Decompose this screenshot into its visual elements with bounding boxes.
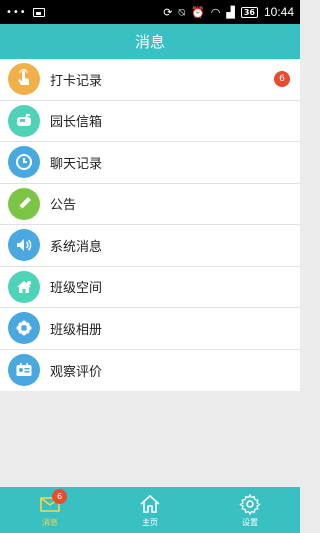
page-title: 消息 — [134, 33, 165, 51]
menu-item-principal-mailbox[interactable]: 园长信箱 — [0, 101, 300, 142]
tab-label: 设置 — [242, 517, 258, 527]
menu-item-label: 观察评价 — [50, 364, 103, 380]
home-icon — [140, 494, 160, 513]
gear-icon — [239, 493, 261, 515]
finger-tap-icon — [8, 63, 40, 96]
message-list: 打卡记录 6 园长信箱 聊天记录 公告 系统消息 班级空间 班级相册 观察评价 — [0, 59, 300, 391]
menu-item-class-album[interactable]: 班级相册 — [0, 308, 300, 350]
tab-messages[interactable]: 消息 6 — [0, 487, 100, 533]
sync-icon: ⟳ — [163, 5, 173, 19]
tab-label: 消息 — [42, 517, 58, 527]
menu-item-class-space[interactable]: 班级空间 — [0, 267, 300, 308]
wifi-icon: ◠ — [210, 5, 221, 19]
menu-item-chat-history[interactable]: 聊天记录 — [0, 142, 300, 184]
alarm-icon: ⏰ — [191, 5, 205, 19]
flower-icon — [8, 312, 40, 345]
vibrate-off-icon: ⍉ — [178, 5, 186, 19]
pencil-icon — [8, 187, 40, 220]
unread-badge: 6 — [274, 71, 290, 88]
id-card-icon — [8, 354, 40, 387]
tab-settings[interactable]: 设置 — [200, 487, 300, 533]
menu-item-label: 系统消息 — [50, 239, 103, 255]
house-icon — [8, 270, 40, 303]
menu-item-observation-review[interactable]: 观察评价 — [0, 350, 300, 392]
menu-item-label: 打卡记录 — [50, 73, 103, 89]
menu-item-label: 班级空间 — [50, 281, 103, 297]
menu-item-label: 聊天记录 — [50, 156, 103, 172]
menu-item-label: 班级相册 — [50, 322, 103, 338]
speaker-icon — [8, 229, 40, 262]
tab-label: 主页 — [142, 517, 158, 527]
title-bar: 消息 — [0, 24, 300, 59]
bottom-tab-bar: 消息 6 主页 设置 — [0, 487, 300, 533]
menu-item-clock-in-records[interactable]: 打卡记录 6 — [0, 59, 300, 101]
more-notifications-icon: ••• — [6, 6, 27, 18]
tab-home[interactable]: 主页 — [100, 487, 200, 533]
menu-item-label: 园长信箱 — [50, 115, 103, 131]
menu-item-label: 公告 — [50, 198, 77, 214]
clock-history-icon — [8, 146, 40, 179]
status-bar: ••• ⟳ ⍉ ⏰ ◠ ▟ 36 10:44 — [0, 0, 300, 24]
unread-badge: 6 — [52, 489, 67, 504]
menu-item-announcements[interactable]: 公告 — [0, 184, 300, 225]
signal-icon: ▟ — [226, 5, 235, 19]
mailbox-icon — [8, 104, 40, 137]
image-notification-icon — [32, 7, 45, 17]
clock: 10:44 — [263, 5, 294, 19]
menu-item-system-messages[interactable]: 系统消息 — [0, 225, 300, 267]
battery-indicator: 36 — [240, 6, 258, 18]
